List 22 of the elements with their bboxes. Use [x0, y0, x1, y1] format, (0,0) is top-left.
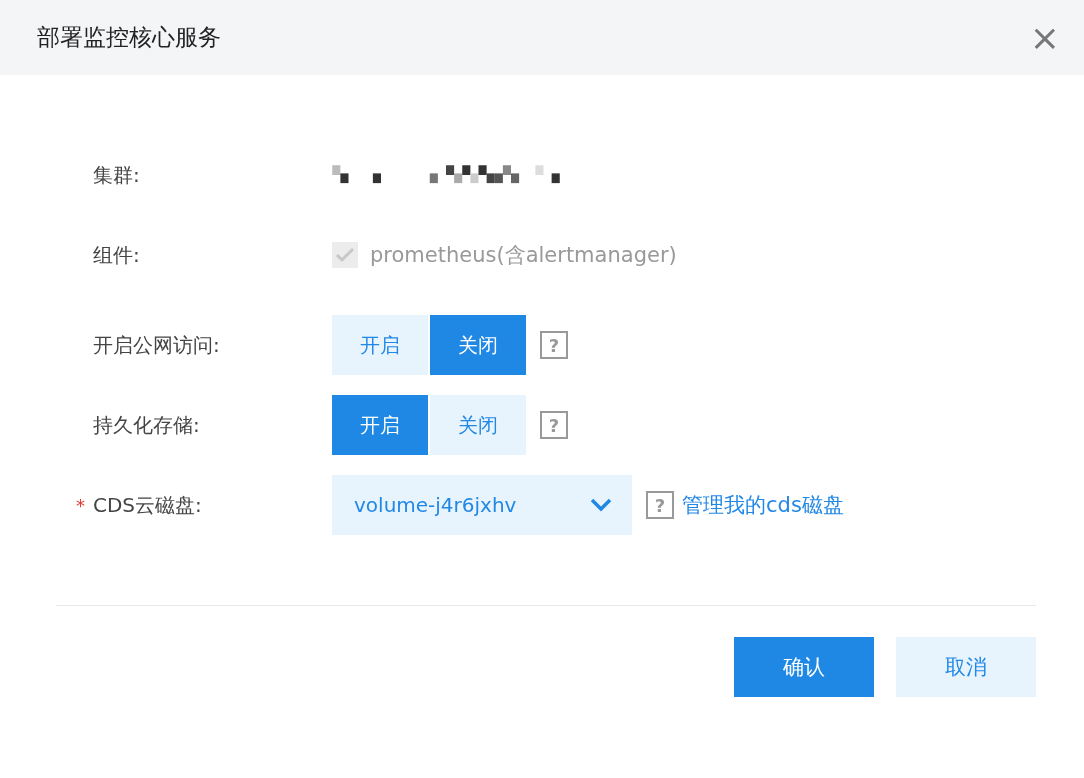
help-icon[interactable]: ? [646, 491, 674, 519]
confirm-button[interactable]: 确认 [734, 637, 874, 697]
field-label: CDS云磁盘: [93, 491, 202, 519]
manage-disks-link[interactable]: 管理我的cds磁盘 [682, 491, 844, 519]
help-icon[interactable]: ? [540, 331, 568, 359]
toggle-option[interactable]: 关闭 [430, 395, 526, 455]
cancel-button[interactable]: 取消 [896, 637, 1036, 697]
field-label: 开启公网访问: [93, 331, 220, 359]
toggle-option[interactable]: 开启 [332, 315, 428, 375]
close-button[interactable]: × [1025, 19, 1064, 56]
help-icon[interactable]: ? [540, 411, 568, 439]
check-icon [335, 247, 355, 263]
dialog-title: 部署监控核心服务 [37, 23, 221, 52]
field-label: 持久化存储: [93, 411, 200, 439]
toggle-option[interactable]: 开启 [332, 395, 428, 455]
required-mark: * [76, 494, 86, 516]
field-label: 组件: [93, 241, 140, 269]
field-label: 集群: [93, 161, 140, 189]
volume-select[interactable]: volume-j4r6jxhv [332, 475, 632, 535]
chevron-down-icon [590, 498, 612, 512]
checkbox-label: prometheus(含alertmanager) [370, 242, 677, 269]
toggle-option[interactable]: 关闭 [430, 315, 526, 375]
